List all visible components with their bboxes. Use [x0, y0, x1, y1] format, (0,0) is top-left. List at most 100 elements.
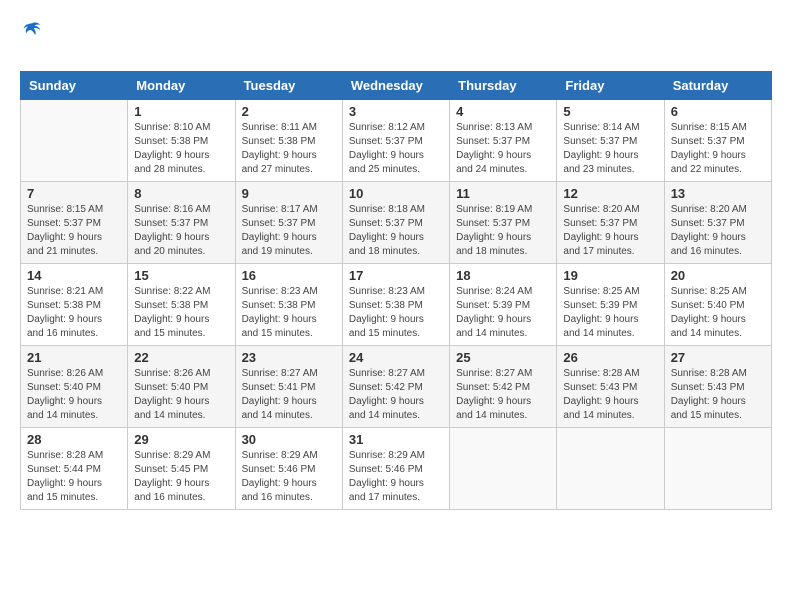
- calendar-day-cell: 4 Sunrise: 8:13 AMSunset: 5:37 PMDaylight…: [450, 100, 557, 182]
- day-number: 22: [134, 350, 228, 365]
- calendar-day-cell: 15 Sunrise: 8:22 AMSunset: 5:38 PMDayligh…: [128, 264, 235, 346]
- day-number: 7: [27, 186, 121, 201]
- logo: [20, 20, 44, 61]
- calendar-week-row: 28 Sunrise: 8:28 AMSunset: 5:44 PMDayligh…: [21, 428, 772, 510]
- calendar-week-row: 21 Sunrise: 8:26 AMSunset: 5:40 PMDayligh…: [21, 346, 772, 428]
- calendar-day-cell: [450, 428, 557, 510]
- calendar-day-cell: 29Sunrise: 8:29 AMSunset: 5:45 PMDayligh…: [128, 428, 235, 510]
- day-number: 16: [242, 268, 336, 283]
- day-number: 30: [242, 432, 336, 447]
- calendar-day-cell: 14 Sunrise: 8:21 AMSunset: 5:38 PMDayligh…: [21, 264, 128, 346]
- calendar-day-cell: 8 Sunrise: 8:16 AMSunset: 5:37 PMDaylight…: [128, 182, 235, 264]
- day-number: 14: [27, 268, 121, 283]
- day-number: 11: [456, 186, 550, 201]
- day-number: 25: [456, 350, 550, 365]
- calendar-day-cell: 27 Sunrise: 8:28 AMSunset: 5:43 PMDayligh…: [664, 346, 771, 428]
- calendar-day-cell: 22 Sunrise: 8:26 AMSunset: 5:40 PMDayligh…: [128, 346, 235, 428]
- day-number: 6: [671, 104, 765, 119]
- day-number: 10: [349, 186, 443, 201]
- logo-bird-icon: [22, 20, 42, 40]
- day-number: 23: [242, 350, 336, 365]
- day-info: Sunrise: 8:26 AMSunset: 5:40 PMDaylight:…: [27, 367, 121, 423]
- weekday-header-cell: Thursday: [450, 72, 557, 100]
- day-info: Sunrise: 8:12 AMSunset: 5:37 PMDaylight:…: [349, 121, 443, 177]
- day-info: Sunrise: 8:27 AMSunset: 5:42 PMDaylight:…: [456, 367, 550, 423]
- calendar-day-cell: 13Sunrise: 8:20 AMSunset: 5:37 PMDayligh…: [664, 182, 771, 264]
- day-number: 19: [563, 268, 657, 283]
- day-info: Sunrise: 8:29 AMSunset: 5:46 PMDaylight:…: [242, 449, 336, 505]
- calendar-day-cell: 21 Sunrise: 8:26 AMSunset: 5:40 PMDayligh…: [21, 346, 128, 428]
- day-number: 17: [349, 268, 443, 283]
- day-number: 26: [563, 350, 657, 365]
- day-number: 8: [134, 186, 228, 201]
- page-header: [20, 20, 772, 61]
- calendar-day-cell: 20Sunrise: 8:25 AMSunset: 5:40 PMDayligh…: [664, 264, 771, 346]
- day-number: 2: [242, 104, 336, 119]
- calendar-table: SundayMondayTuesdayWednesdayThursdayFrid…: [20, 71, 772, 510]
- calendar-day-cell: 3 Sunrise: 8:12 AMSunset: 5:37 PMDaylight…: [342, 100, 449, 182]
- calendar-day-cell: 12Sunrise: 8:20 AMSunset: 5:37 PMDayligh…: [557, 182, 664, 264]
- day-info: Sunrise: 8:28 AMSunset: 5:43 PMDaylight:…: [563, 367, 657, 423]
- day-info: Sunrise: 8:16 AMSunset: 5:37 PMDaylight:…: [134, 203, 228, 259]
- day-number: 1: [134, 104, 228, 119]
- calendar-day-cell: 6 Sunrise: 8:15 AMSunset: 5:37 PMDaylight…: [664, 100, 771, 182]
- day-info: Sunrise: 8:26 AMSunset: 5:40 PMDaylight:…: [134, 367, 228, 423]
- day-info: Sunrise: 8:11 AMSunset: 5:38 PMDaylight:…: [242, 121, 336, 177]
- weekday-header-cell: Wednesday: [342, 72, 449, 100]
- day-info: Sunrise: 8:29 AMSunset: 5:46 PMDaylight:…: [349, 449, 443, 505]
- day-number: 24: [349, 350, 443, 365]
- day-info: Sunrise: 8:27 AMSunset: 5:42 PMDaylight:…: [349, 367, 443, 423]
- weekday-header-cell: Tuesday: [235, 72, 342, 100]
- calendar-day-cell: 16 Sunrise: 8:23 AMSunset: 5:38 PMDayligh…: [235, 264, 342, 346]
- day-info: Sunrise: 8:25 AMSunset: 5:39 PMDaylight:…: [563, 285, 657, 341]
- weekday-header-row: SundayMondayTuesdayWednesdayThursdayFrid…: [21, 72, 772, 100]
- weekday-header-cell: Sunday: [21, 72, 128, 100]
- day-number: 31: [349, 432, 443, 447]
- day-info: Sunrise: 8:29 AMSunset: 5:45 PMDaylight:…: [134, 449, 228, 505]
- weekday-header-cell: Friday: [557, 72, 664, 100]
- day-info: Sunrise: 8:23 AMSunset: 5:38 PMDaylight:…: [349, 285, 443, 341]
- day-number: 9: [242, 186, 336, 201]
- day-info: Sunrise: 8:14 AMSunset: 5:37 PMDaylight:…: [563, 121, 657, 177]
- calendar-day-cell: 19 Sunrise: 8:25 AMSunset: 5:39 PMDayligh…: [557, 264, 664, 346]
- day-info: Sunrise: 8:28 AMSunset: 5:43 PMDaylight:…: [671, 367, 765, 423]
- calendar-day-cell: 7 Sunrise: 8:15 AMSunset: 5:37 PMDaylight…: [21, 182, 128, 264]
- day-info: Sunrise: 8:15 AMSunset: 5:37 PMDaylight:…: [27, 203, 121, 259]
- calendar-day-cell: 18 Sunrise: 8:24 AMSunset: 5:39 PMDayligh…: [450, 264, 557, 346]
- weekday-header-cell: Saturday: [664, 72, 771, 100]
- calendar-week-row: 14 Sunrise: 8:21 AMSunset: 5:38 PMDayligh…: [21, 264, 772, 346]
- day-info: Sunrise: 8:15 AMSunset: 5:37 PMDaylight:…: [671, 121, 765, 177]
- calendar-week-row: 1 Sunrise: 8:10 AMSunset: 5:38 PMDaylight…: [21, 100, 772, 182]
- day-number: 18: [456, 268, 550, 283]
- day-info: Sunrise: 8:21 AMSunset: 5:38 PMDaylight:…: [27, 285, 121, 341]
- day-info: Sunrise: 8:23 AMSunset: 5:38 PMDaylight:…: [242, 285, 336, 341]
- calendar-day-cell: 2 Sunrise: 8:11 AMSunset: 5:38 PMDaylight…: [235, 100, 342, 182]
- calendar-day-cell: 31 Sunrise: 8:29 AMSunset: 5:46 PMDayligh…: [342, 428, 449, 510]
- day-info: Sunrise: 8:22 AMSunset: 5:38 PMDaylight:…: [134, 285, 228, 341]
- day-number: 13: [671, 186, 765, 201]
- day-number: 12: [563, 186, 657, 201]
- calendar-day-cell: 24 Sunrise: 8:27 AMSunset: 5:42 PMDayligh…: [342, 346, 449, 428]
- calendar-day-cell: 23Sunrise: 8:27 AMSunset: 5:41 PMDayligh…: [235, 346, 342, 428]
- day-number: 3: [349, 104, 443, 119]
- day-number: 4: [456, 104, 550, 119]
- calendar-day-cell: [664, 428, 771, 510]
- day-info: Sunrise: 8:19 AMSunset: 5:37 PMDaylight:…: [456, 203, 550, 259]
- day-info: Sunrise: 8:13 AMSunset: 5:37 PMDaylight:…: [456, 121, 550, 177]
- day-info: Sunrise: 8:24 AMSunset: 5:39 PMDaylight:…: [456, 285, 550, 341]
- day-number: 27: [671, 350, 765, 365]
- day-info: Sunrise: 8:18 AMSunset: 5:37 PMDaylight:…: [349, 203, 443, 259]
- day-number: 15: [134, 268, 228, 283]
- day-info: Sunrise: 8:10 AMSunset: 5:38 PMDaylight:…: [134, 121, 228, 177]
- day-info: Sunrise: 8:25 AMSunset: 5:40 PMDaylight:…: [671, 285, 765, 341]
- calendar-day-cell: 10 Sunrise: 8:18 AMSunset: 5:37 PMDayligh…: [342, 182, 449, 264]
- calendar-day-cell: [21, 100, 128, 182]
- day-number: 28: [27, 432, 121, 447]
- day-info: Sunrise: 8:17 AMSunset: 5:37 PMDaylight:…: [242, 203, 336, 259]
- weekday-header-cell: Monday: [128, 72, 235, 100]
- day-info: Sunrise: 8:28 AMSunset: 5:44 PMDaylight:…: [27, 449, 121, 505]
- calendar-day-cell: 28 Sunrise: 8:28 AMSunset: 5:44 PMDayligh…: [21, 428, 128, 510]
- calendar-day-cell: 26 Sunrise: 8:28 AMSunset: 5:43 PMDayligh…: [557, 346, 664, 428]
- day-number: 21: [27, 350, 121, 365]
- calendar-day-cell: 5Sunrise: 8:14 AMSunset: 5:37 PMDaylight…: [557, 100, 664, 182]
